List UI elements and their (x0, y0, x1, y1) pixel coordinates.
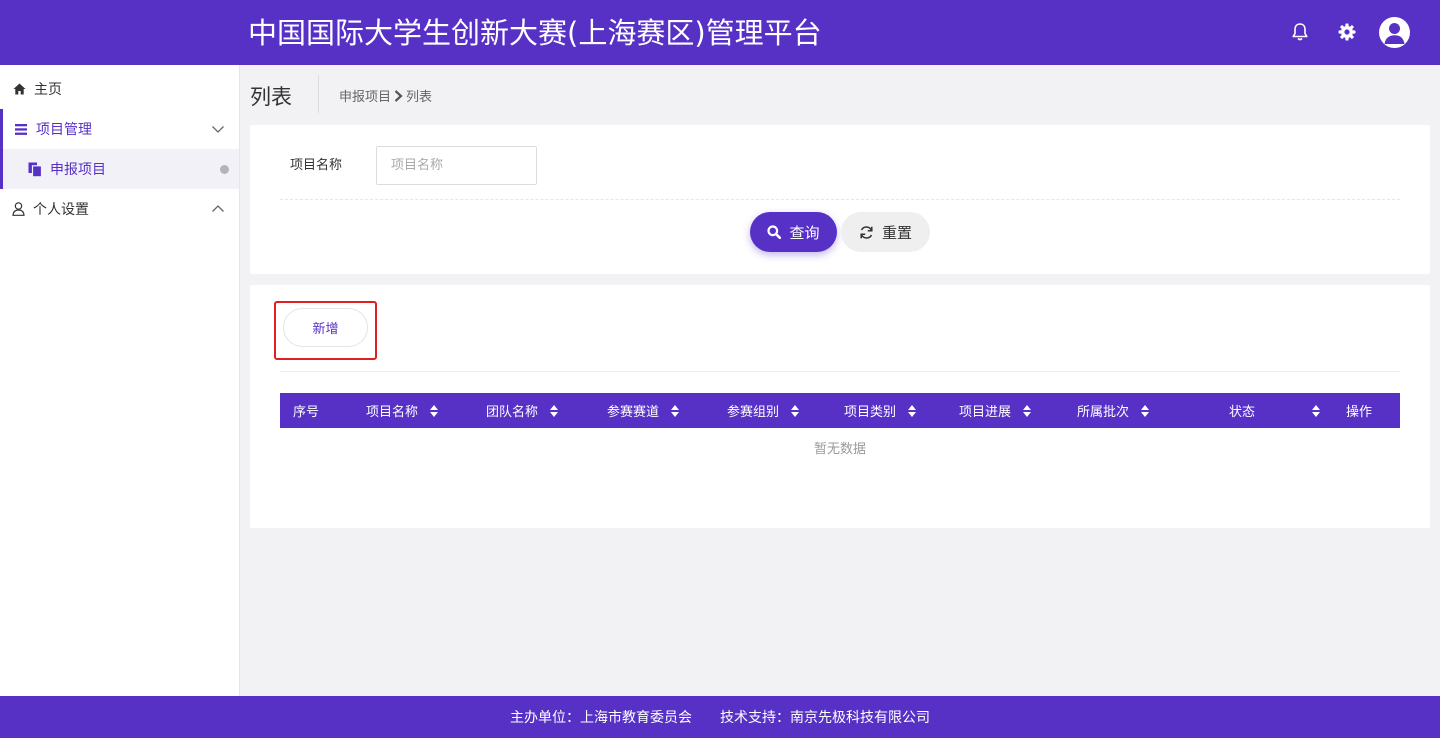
column-header-label: 项目类别 (844, 405, 897, 420)
breadcrumb-item[interactable]: 申报项目 (339, 86, 391, 105)
project-name-input[interactable] (376, 146, 537, 185)
home-icon (12, 82, 26, 96)
sidebar-item-label: 申报项目 (50, 162, 106, 178)
column-header-label: 状态 (1229, 405, 1256, 420)
table-header: 序号 项目名称 团队名称 参赛赛道 参赛组别 项目类别 项目进展 所属批次 状态… (280, 393, 1400, 428)
user-avatar-icon[interactable] (1379, 17, 1410, 48)
column-header-group[interactable]: 参赛组别 (727, 393, 800, 428)
column-header-label: 参赛组别 (727, 405, 780, 420)
divider (280, 199, 1400, 200)
column-header-project-name[interactable]: 项目名称 (366, 393, 439, 428)
query-button[interactable]: 查询 (750, 212, 837, 252)
column-header-progress[interactable]: 项目进展 (959, 393, 1032, 428)
footer-support: 技术支持：南京先极科技有限公司 (720, 710, 930, 726)
sidebar: 主页 项目管理 申报项目 个人设置 (0, 65, 240, 696)
sort-icon[interactable] (1312, 404, 1321, 417)
refresh-icon (859, 225, 874, 240)
column-header-status-sort[interactable] (1300, 393, 1321, 428)
sort-icon[interactable] (430, 404, 439, 417)
sidebar-item-label: 主页 (34, 82, 62, 98)
column-header-category[interactable]: 项目类别 (844, 393, 917, 428)
column-header-actions: 操作 (1346, 393, 1372, 428)
add-button[interactable]: 新增 (283, 308, 368, 347)
page-title: 列表 (250, 85, 292, 109)
column-header-track[interactable]: 参赛赛道 (607, 393, 680, 428)
reset-button[interactable]: 重置 (841, 212, 930, 252)
column-header-label: 序号 (293, 405, 320, 420)
column-header-label: 所属批次 (1077, 405, 1130, 420)
column-header-label: 项目进展 (959, 405, 1012, 420)
footer-organizer: 主办单位：上海市教育委员会 (510, 710, 692, 726)
reset-button-label: 重置 (881, 223, 912, 242)
project-name-label: 项目名称 (290, 158, 343, 173)
column-header-label: 参赛赛道 (607, 405, 660, 420)
divider (280, 371, 1400, 372)
footer: 主办单位：上海市教育委员会 技术支持：南京先极科技有限公司 (0, 696, 1440, 738)
list-icon (14, 122, 28, 136)
search-panel: 项目名称 查询 重置 (250, 125, 1430, 274)
column-header-label: 操作 (1346, 405, 1373, 420)
sort-icon[interactable] (1141, 404, 1150, 417)
sort-icon[interactable] (791, 404, 800, 417)
empty-state-text: 暂无数据 (813, 442, 866, 457)
status-dot (220, 165, 229, 174)
column-header-team-name[interactable]: 团队名称 (486, 393, 559, 428)
column-header-index: 序号 (293, 393, 319, 428)
sidebar-item-label: 个人设置 (33, 202, 89, 218)
breadcrumb-bar: 列表 申报项目 列表 (240, 65, 1440, 123)
chevron-down-icon (211, 122, 225, 136)
breadcrumb-item: 列表 (406, 90, 433, 105)
column-header-label: 项目名称 (366, 405, 419, 420)
list-panel: 新增 序号 项目名称 团队名称 参赛赛道 参赛组别 项目类别 项目进展 所属批次… (250, 285, 1430, 528)
chevron-right-icon (393, 89, 404, 102)
breadcrumb: 申报项目 列表 (339, 86, 432, 105)
search-icon (767, 225, 782, 239)
column-header-label: 团队名称 (486, 405, 539, 420)
gear-icon[interactable] (1334, 18, 1360, 46)
sidebar-item-label: 项目管理 (36, 122, 92, 138)
copy-icon (28, 162, 42, 177)
sidebar-item-declare-project[interactable]: 申报项目 (0, 149, 239, 189)
divider (318, 75, 319, 113)
top-header: 中国国际大学生创新大赛(上海赛区)管理平台 (0, 0, 1440, 65)
sidebar-item-project-management[interactable]: 项目管理 (0, 109, 239, 149)
chevron-up-icon (211, 202, 225, 216)
sort-icon[interactable] (908, 404, 917, 417)
sidebar-item-home[interactable]: 主页 (0, 69, 239, 109)
column-header-status[interactable]: 状态 (1229, 393, 1255, 428)
sidebar-item-personal-settings[interactable]: 个人设置 (0, 189, 239, 229)
sort-icon[interactable] (671, 404, 680, 417)
query-button-label: 查询 (789, 223, 820, 242)
sort-icon[interactable] (1023, 404, 1032, 417)
sort-icon[interactable] (550, 404, 559, 417)
bell-icon[interactable] (1287, 18, 1313, 46)
column-header-batch[interactable]: 所属批次 (1077, 393, 1150, 428)
app-title: 中国国际大学生创新大赛(上海赛区)管理平台 (248, 16, 822, 50)
user-icon (11, 202, 25, 216)
